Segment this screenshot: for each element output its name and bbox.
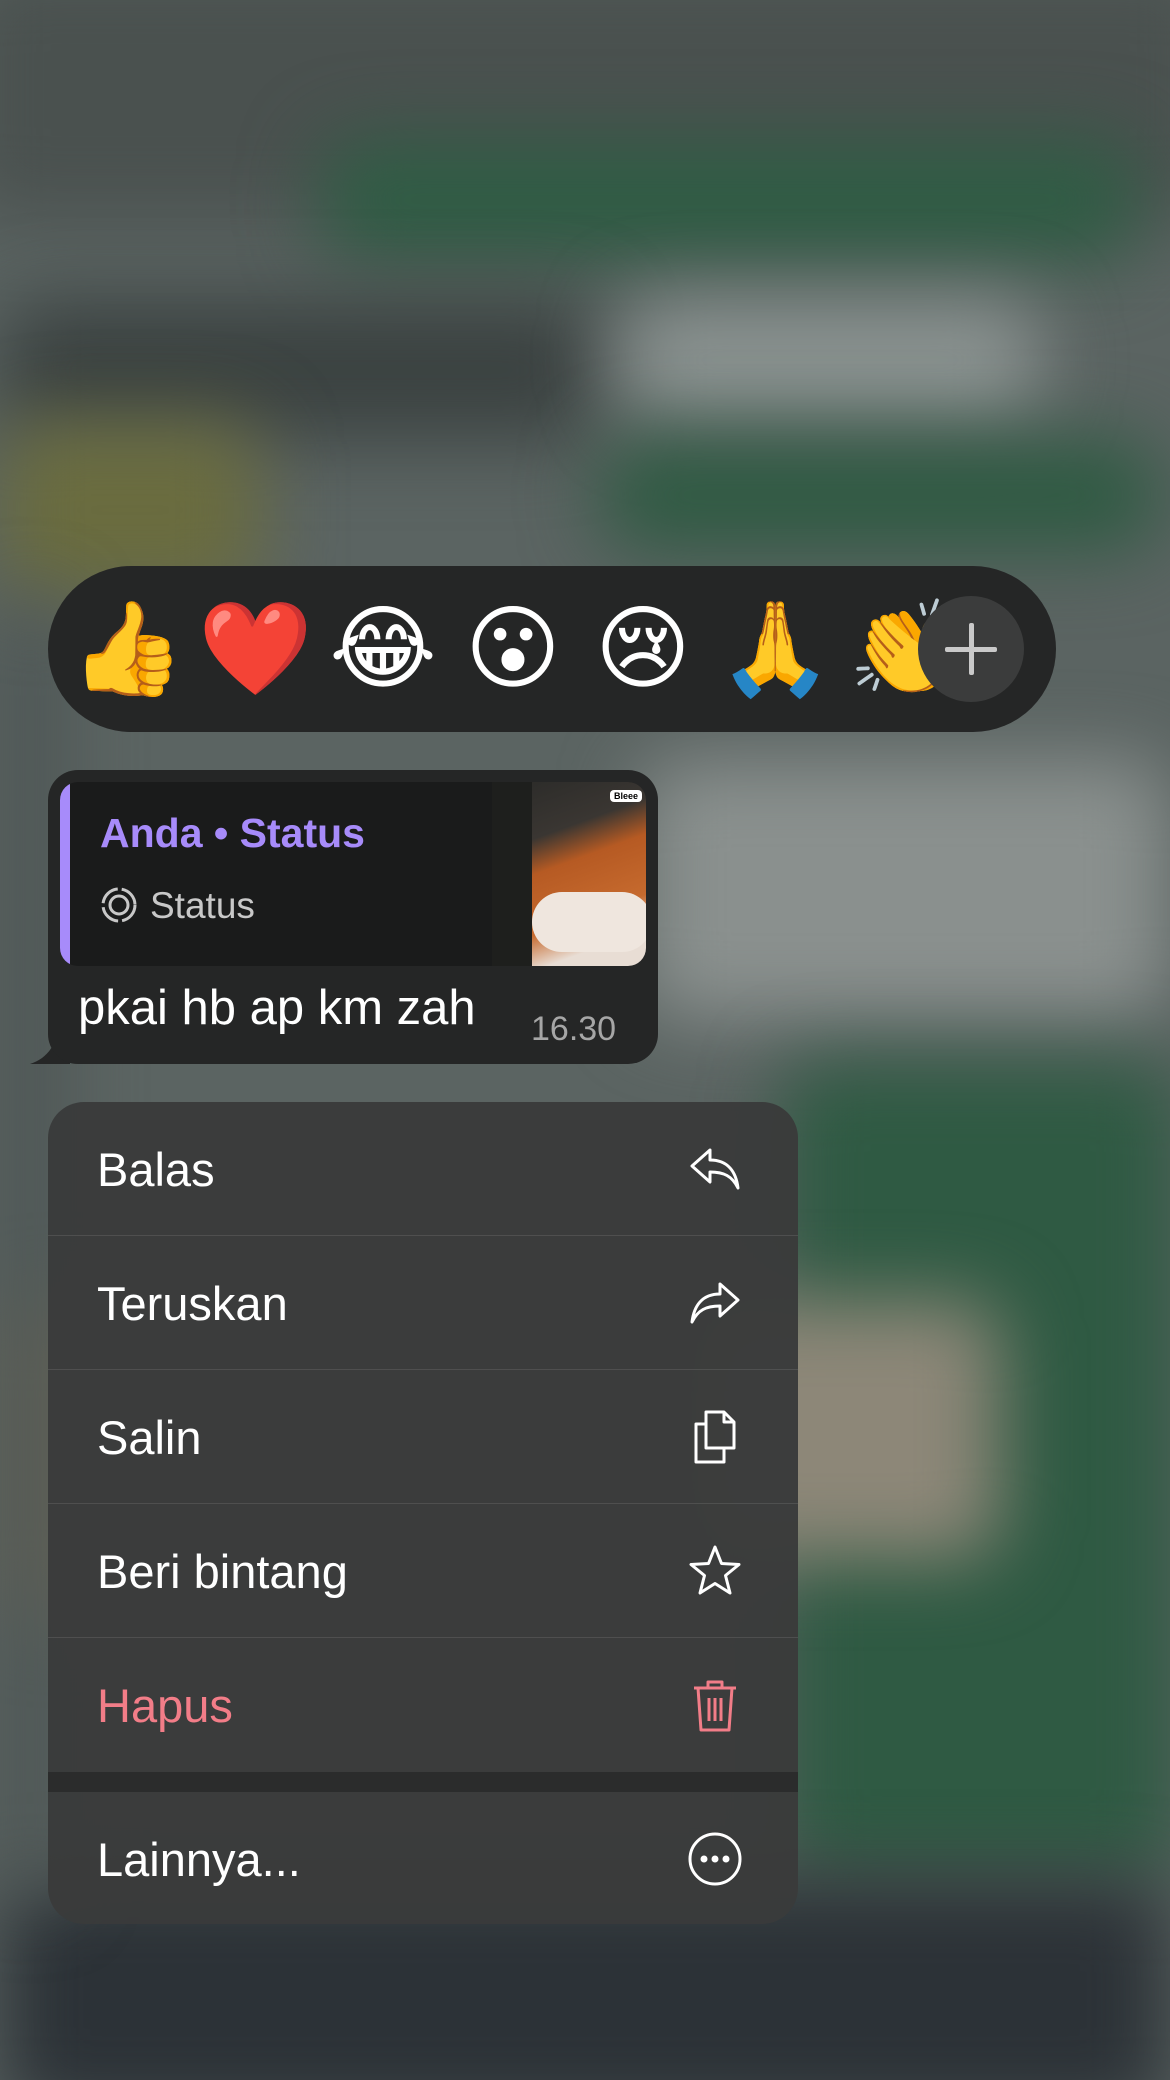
reaction-tears-of-joy[interactable]: 😂	[328, 594, 438, 704]
quote-subtitle: Status	[150, 885, 255, 926]
menu-item-copy[interactable]: Salin	[48, 1370, 798, 1504]
quoted-status[interactable]: Anda • Status Status Bleee	[60, 782, 646, 966]
menu-item-delete[interactable]: Hapus	[48, 1638, 798, 1772]
reply-icon	[690, 1148, 740, 1190]
star-icon	[689, 1545, 741, 1595]
quote-title: Anda • Status	[100, 810, 365, 856]
status-thumbnail: Bleee	[492, 782, 646, 966]
thumbnail-sticker-text: Bleee	[609, 790, 642, 802]
trash-icon	[694, 1680, 736, 1732]
menu-item-label: Teruskan	[97, 1277, 288, 1330]
reaction-crying[interactable]: 😢	[588, 594, 698, 704]
message-time: 16.30	[531, 1010, 617, 1048]
menu-item-label: Balas	[97, 1143, 215, 1196]
menu-separator	[48, 1772, 798, 1792]
message-text: pkai hb ap km zah	[78, 981, 476, 1035]
more-reactions-button[interactable]	[918, 596, 1024, 702]
forward-icon	[690, 1282, 740, 1324]
reaction-red-heart[interactable]: ❤️	[198, 594, 313, 704]
reaction-folded-hands[interactable]: 🙏	[718, 594, 833, 704]
menu-item-label: Salin	[97, 1411, 202, 1464]
menu-item-label: Beri bintang	[97, 1545, 348, 1598]
message-bubble[interactable]: Anda • Status Status Bleee pkai hb ap km…	[48, 770, 658, 1064]
menu-item-more[interactable]: Lainnya...	[48, 1792, 798, 1924]
reaction-thumbs-up[interactable]: 👍	[70, 594, 185, 704]
menu-item-forward[interactable]: Teruskan	[48, 1236, 798, 1370]
reaction-surprised[interactable]: 😮	[458, 594, 568, 704]
more-icon	[688, 1832, 742, 1886]
copy-icon	[694, 1410, 736, 1464]
reaction-bar: 👍 ❤️ 😂 😮 😢 🙏 👏	[48, 566, 1056, 732]
quote-accent-bar	[60, 782, 70, 966]
menu-item-label: Hapus	[97, 1679, 233, 1732]
menu-item-star[interactable]: Beri bintang	[48, 1504, 798, 1638]
message-context-menu: Balas Teruskan Salin Beri bintang Hapus …	[48, 1102, 798, 1924]
menu-item-label: Lainnya...	[97, 1833, 301, 1886]
menu-item-reply[interactable]: Balas	[48, 1102, 798, 1236]
status-icon	[101, 887, 137, 923]
